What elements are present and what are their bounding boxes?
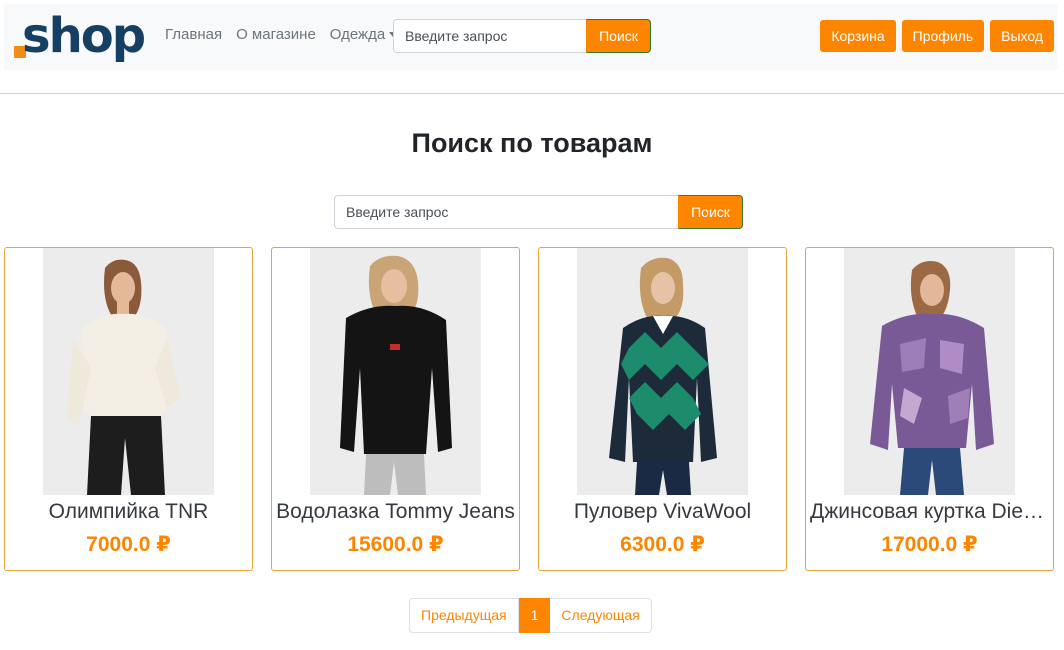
product-name[interactable]: Джинсовая куртка Diesel <box>806 500 1053 524</box>
nav-search-form: Поиск <box>393 19 651 53</box>
page-title: Поиск по товарам <box>411 128 653 158</box>
nav-dropdown-clothing[interactable]: Одежда <box>329 26 398 43</box>
pagination-next[interactable]: Следующая <box>550 598 652 633</box>
nav-actions: Корзина Профиль Выход <box>820 20 1054 52</box>
main-search-button[interactable]: Поиск <box>678 195 743 229</box>
product-card[interactable]: Пуловер VivaWool 6300.0 ₽ <box>538 247 787 571</box>
main-search-input[interactable] <box>334 195 678 229</box>
product-card[interactable]: Джинсовая куртка Diesel 17000.0 ₽ <box>805 247 1054 571</box>
product-image-purple-denim-jacket[interactable] <box>844 248 1015 495</box>
main-search-form: Поиск <box>334 195 743 229</box>
nav-link-home[interactable]: Главная <box>165 26 222 43</box>
header-divider <box>0 93 1064 94</box>
pagination-page-current[interactable]: 1 <box>518 598 551 633</box>
nav-search-input[interactable] <box>393 19 586 53</box>
product-image-black-turtleneck[interactable] <box>310 248 481 495</box>
product-card[interactable]: Олимпийка TNR 7000.0 ₽ <box>4 247 253 571</box>
nav-link-about[interactable]: О магазине <box>236 26 316 43</box>
logout-button[interactable]: Выход <box>990 20 1054 52</box>
product-card[interactable]: Водолазка Tommy Jeans 15600.0 ₽ <box>271 247 520 571</box>
nav-search-button[interactable]: Поиск <box>586 19 651 53</box>
navbar: shop Главная О магазине Одежда Поиск Кор… <box>4 4 1058 70</box>
product-price: 7000.0 ₽ <box>86 533 171 556</box>
product-name[interactable]: Пуловер VivaWool <box>539 500 786 524</box>
product-image-cream-sweater[interactable] <box>43 248 214 495</box>
product-price: 17000.0 ₽ <box>881 533 978 556</box>
cart-button[interactable]: Корзина <box>820 20 896 52</box>
logo-text: shop <box>22 8 146 64</box>
nav-links: Главная О магазине Одежда <box>165 26 411 43</box>
profile-button[interactable]: Профиль <box>901 20 985 52</box>
product-image-argyle-pullover[interactable] <box>577 248 748 495</box>
product-name[interactable]: Олимпийка TNR <box>5 500 252 524</box>
product-price: 6300.0 ₽ <box>620 533 705 556</box>
pagination: Предыдущая 1 Следующая <box>409 598 652 633</box>
product-grid: Олимпийка TNR 7000.0 ₽ Водолазка Tommy J… <box>4 247 1054 571</box>
pagination-prev[interactable]: Предыдущая <box>409 598 519 633</box>
product-price: 15600.0 ₽ <box>347 533 444 556</box>
nav-dropdown-label: Одежда <box>329 26 386 43</box>
product-name[interactable]: Водолазка Tommy Jeans <box>272 500 519 524</box>
